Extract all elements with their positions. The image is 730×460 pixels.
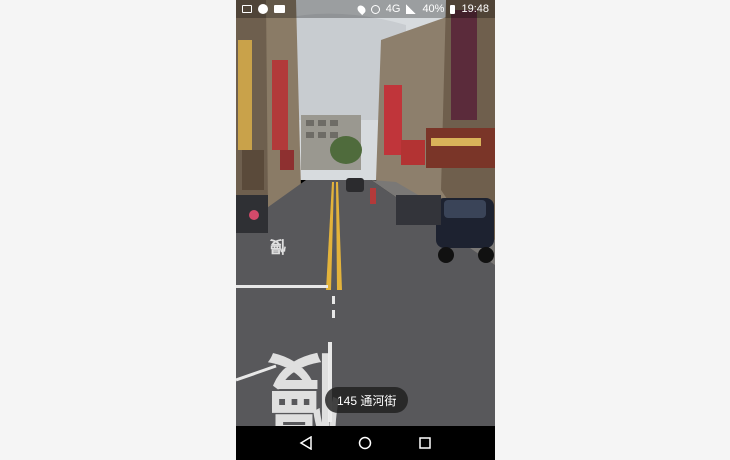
message-icon	[274, 5, 285, 13]
road-marking-far: 慢	[270, 237, 287, 256]
status-bar: 4G 40% 19:48	[236, 0, 495, 18]
battery-percent: 40%	[422, 3, 445, 15]
recents-button[interactable]	[414, 432, 436, 454]
place-label[interactable]: 145 通河街	[325, 387, 409, 413]
home-button[interactable]	[354, 432, 376, 454]
recents-icon	[419, 437, 431, 449]
back-button[interactable]	[295, 432, 317, 454]
circle-app-icon	[258, 4, 268, 14]
network-label: 4G	[385, 3, 401, 15]
clock: 19:48	[461, 3, 489, 15]
location-icon	[355, 3, 367, 15]
signal-icon	[406, 4, 417, 14]
battery-icon	[450, 4, 456, 14]
image-icon	[242, 5, 252, 13]
nav-bar	[236, 426, 495, 460]
phone-screen: 慢 慢 4G 40% 19:48 145 通河街	[236, 0, 495, 460]
road-marking-near: 慢	[268, 339, 341, 445]
alarm-icon	[370, 4, 380, 14]
back-icon	[299, 436, 312, 450]
home-icon	[359, 436, 372, 450]
